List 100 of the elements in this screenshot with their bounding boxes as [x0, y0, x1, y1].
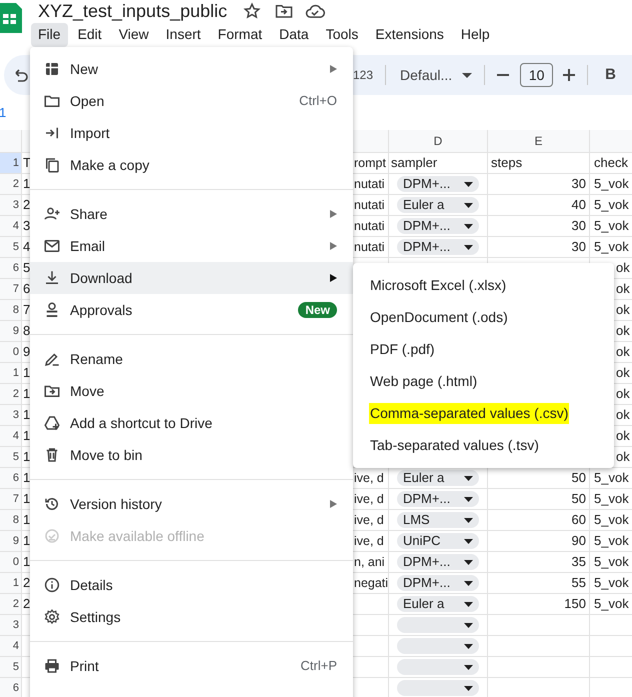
star-icon[interactable] — [243, 2, 262, 20]
corner-cell — [0, 130, 22, 153]
number-format-button[interactable]: 123 — [353, 66, 374, 84]
column-header: D — [389, 130, 488, 153]
caret-icon — [464, 622, 473, 628]
menu-item[interactable]: Rename — [30, 343, 353, 375]
caret-icon — [464, 686, 473, 690]
caret-icon — [464, 538, 473, 544]
sampler-dropdown[interactable]: DPM+... — [397, 491, 479, 507]
row-header: 5 — [0, 447, 22, 468]
caret-icon — [464, 580, 473, 586]
sampler-dropdown[interactable]: Euler a — [397, 596, 479, 612]
row-header: 4 — [0, 426, 22, 447]
new-badge: New — [298, 302, 337, 318]
row-header: 2 — [0, 174, 22, 195]
menu-bar-item[interactable]: File — [31, 22, 68, 46]
row-header: 5 — [0, 657, 22, 678]
row-header: 1 — [0, 363, 22, 384]
caret-icon — [464, 644, 473, 648]
menu-item[interactable]: Print Ctrl+P — [30, 650, 353, 682]
settings-icon — [43, 608, 61, 626]
menu-item[interactable]: Download — [30, 262, 353, 294]
menu-bar-item[interactable]: Data — [272, 22, 316, 46]
menu-bar-item[interactable]: Insert — [158, 22, 208, 46]
sampler-dropdown[interactable]: DPM+... — [397, 176, 479, 192]
menu-item[interactable]: Move — [30, 375, 353, 407]
menu-bar-item[interactable]: Edit — [70, 22, 109, 46]
folder-arrow-icon[interactable] — [275, 2, 294, 20]
caret-icon — [464, 560, 473, 564]
spreadsheet-logo-icon[interactable] — [0, 3, 22, 33]
row-header: 2 — [0, 594, 22, 615]
menu-item[interactable]: Approvals New — [30, 294, 353, 326]
font-size-field[interactable]: 10 — [520, 63, 554, 87]
caret-icon — [464, 202, 473, 208]
caret-icon — [462, 72, 472, 78]
row-header: 3 — [0, 405, 22, 426]
caret-icon — [464, 496, 473, 502]
menu-item[interactable]: Version history — [30, 488, 353, 520]
row-header: 0 — [0, 342, 22, 363]
caret-icon — [464, 664, 473, 670]
menu-bar-item[interactable]: Format — [210, 22, 270, 46]
bold-button[interactable]: B — [605, 64, 616, 86]
submenu-arrow-icon — [330, 500, 337, 508]
history-icon — [43, 495, 61, 513]
menu-item[interactable]: Import — [30, 117, 353, 149]
table-cell: 5_vok — [590, 216, 632, 237]
menu-bar-item[interactable]: Help — [454, 22, 497, 46]
sampler-dropdown[interactable]: Euler a — [397, 197, 479, 213]
row-header: 1 — [0, 573, 22, 594]
sampler-dropdown[interactable]: LMS — [397, 512, 479, 528]
menu-bar-item[interactable]: Tools — [318, 22, 366, 46]
table-cell: 30 — [488, 237, 590, 258]
caret-icon — [464, 244, 473, 250]
column-header — [590, 130, 632, 153]
menu-item[interactable]: Email — [30, 230, 353, 262]
minus-icon[interactable] — [497, 74, 510, 76]
sampler-dropdown[interactable]: DPM+... — [397, 239, 479, 255]
sampler-dropdown[interactable]: Euler a — [397, 470, 479, 486]
menu-item[interactable]: Share — [30, 198, 353, 230]
check-circle-icon — [43, 527, 61, 545]
row-header: 7 — [0, 279, 22, 300]
table-cell: 30 — [488, 174, 590, 195]
column-header: E — [488, 130, 590, 153]
sampler-dropdown[interactable]: UniPC — [397, 533, 479, 549]
row-header: 7 — [0, 489, 22, 510]
menu-item[interactable]: Open Ctrl+O — [30, 85, 353, 117]
cell-reference: 1 — [0, 104, 6, 122]
sampler-dropdown[interactable]: DPM+... — [397, 554, 479, 570]
plus-icon[interactable] — [563, 69, 576, 81]
menu-item[interactable]: Add a shortcut to Drive — [30, 407, 353, 439]
table-cell: 35 — [488, 552, 590, 573]
sampler-dropdown[interactable]: DPM+... — [397, 218, 479, 234]
menu-item[interactable]: Details — [30, 569, 353, 601]
caret-icon — [464, 476, 473, 480]
font-dropdown[interactable]: Defaul... — [400, 64, 472, 86]
sampler-dropdown[interactable]: DPM+... — [397, 575, 479, 591]
caret-icon — [464, 182, 473, 186]
grid-plus-icon — [43, 60, 61, 78]
caret-icon — [464, 224, 473, 228]
menu-bar-item[interactable]: View — [112, 22, 156, 46]
shortcut-text: Ctrl+O — [299, 92, 337, 110]
menu-item[interactable]: Make a copy — [30, 149, 353, 181]
row-header: 8 — [0, 300, 22, 321]
menu-bar-item[interactable]: Extensions — [368, 22, 451, 46]
menu-item[interactable]: Move to bin — [30, 439, 353, 471]
row-header: 1 — [0, 153, 22, 174]
document-title[interactable]: XYZ_test_inputs_public — [38, 0, 228, 22]
menu-item[interactable]: Settings — [30, 601, 353, 633]
cloud-check-icon[interactable] — [305, 2, 326, 20]
triangle-plus-icon — [43, 414, 61, 432]
row-header: 3 — [0, 615, 22, 636]
submenu-arrow-icon — [330, 210, 337, 218]
table-cell: 5_vok — [590, 552, 632, 573]
row-header: 9 — [0, 531, 22, 552]
row-header: 6 — [0, 678, 22, 697]
table-cell: sampler — [389, 153, 488, 174]
table-cell: steps — [488, 153, 590, 174]
menu-item[interactable]: New — [30, 53, 353, 85]
row-header: 6 — [0, 258, 22, 279]
row-header: 8 — [0, 510, 22, 531]
